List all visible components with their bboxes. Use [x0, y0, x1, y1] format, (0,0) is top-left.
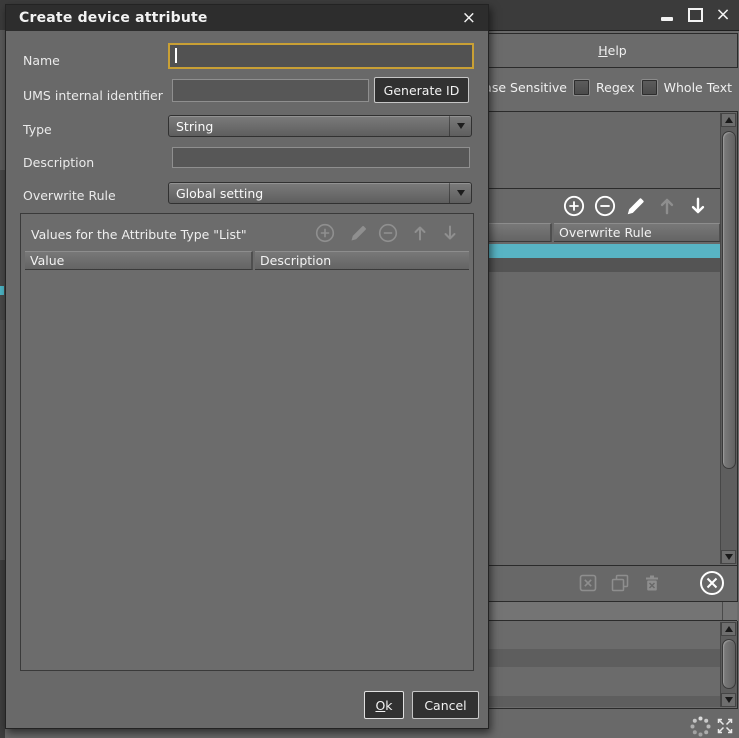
type-label: Type [23, 122, 52, 137]
name-input[interactable] [168, 43, 474, 69]
help-button-label: Help [598, 43, 627, 58]
scrollbar-thumb[interactable] [722, 639, 736, 689]
values-list-group: Values for the Attribute Type "List" [20, 213, 474, 671]
minimize-icon[interactable] [659, 7, 675, 23]
remove-icon[interactable] [594, 195, 616, 217]
move-down-icon[interactable] [687, 195, 709, 217]
chevron-down-icon[interactable] [449, 183, 471, 203]
value-column-header[interactable]: Value [25, 251, 253, 270]
cancel-button-label: Cancel [424, 698, 466, 713]
type-select[interactable]: String [168, 115, 472, 137]
regex-checkbox[interactable] [574, 80, 589, 95]
spinner-icon [689, 715, 712, 738]
whole-text-label: Whole Text [664, 80, 732, 95]
ums-id-input[interactable] [172, 79, 369, 102]
tree-selection-fragment [0, 286, 4, 295]
transfer-arrows-icon [716, 717, 734, 735]
name-label: Name [23, 53, 60, 68]
scroll-down-icon[interactable] [721, 693, 736, 707]
remove-icon[interactable] [378, 223, 398, 243]
overwrite-rule-column-header[interactable]: Overwrite Rule [554, 223, 721, 242]
dialog-titlebar[interactable]: Create device attribute × [6, 5, 488, 31]
description-column-header[interactable]: Description [255, 251, 469, 270]
move-down-icon[interactable] [440, 223, 460, 243]
move-up-icon[interactable] [410, 223, 430, 243]
ums-id-label: UMS internal identifier [23, 88, 163, 103]
overwrite-rule-label: Overwrite Rule [23, 188, 116, 203]
search-options-row: ase Sensitive Regex Whole Text [484, 79, 732, 96]
scroll-up-icon[interactable] [721, 113, 736, 127]
scroll-up-icon[interactable] [721, 622, 736, 636]
dialog-close-icon[interactable]: × [462, 8, 476, 28]
scroll-down-icon[interactable] [721, 550, 736, 564]
description-input[interactable] [172, 147, 470, 168]
clear-box-icon[interactable] [578, 573, 598, 593]
description-label: Description [23, 155, 94, 170]
dialog-title: Create device attribute [19, 10, 208, 26]
overwrite-rule-selected-value: Global setting [169, 186, 449, 201]
values-table-header: Value Description [25, 251, 469, 270]
window-controls: × [659, 0, 731, 30]
ok-button[interactable]: Ok [364, 691, 404, 719]
create-device-attribute-dialog: Create device attribute × Name UMS inter… [5, 4, 489, 729]
help-button[interactable]: Help [487, 33, 738, 68]
trash-icon[interactable] [642, 573, 662, 593]
values-table-body[interactable] [25, 270, 469, 666]
scrollbar-thumb[interactable] [722, 131, 736, 469]
values-group-title: Values for the Attribute Type "List" [31, 227, 247, 242]
copy-icon[interactable] [610, 573, 630, 593]
add-icon[interactable] [563, 195, 585, 217]
whole-text-checkbox[interactable] [642, 80, 657, 95]
cancel-circle-icon[interactable] [699, 570, 725, 596]
generate-id-label: Generate ID [384, 83, 460, 98]
generate-id-button[interactable]: Generate ID [374, 77, 469, 103]
move-up-icon[interactable] [656, 195, 678, 217]
text-caret [175, 48, 177, 63]
edit-pencil-icon[interactable] [349, 223, 369, 243]
overwrite-rule-select[interactable]: Global setting [168, 182, 472, 204]
cancel-button[interactable]: Cancel [412, 691, 479, 719]
vertical-scrollbar[interactable] [720, 622, 737, 707]
screen: × Help ase Sensitive Regex Whole Text [0, 0, 739, 738]
add-icon[interactable] [315, 223, 335, 243]
maximize-icon[interactable] [687, 7, 703, 23]
ok-button-label: Ok [375, 698, 392, 713]
chevron-down-icon[interactable] [449, 116, 471, 136]
case-sensitive-label: ase Sensitive [484, 80, 567, 95]
type-selected-value: String [169, 119, 449, 134]
regex-label: Regex [596, 80, 635, 95]
vertical-scrollbar[interactable] [720, 113, 737, 564]
close-icon[interactable]: × [715, 7, 731, 23]
edit-pencil-icon[interactable] [625, 195, 647, 217]
